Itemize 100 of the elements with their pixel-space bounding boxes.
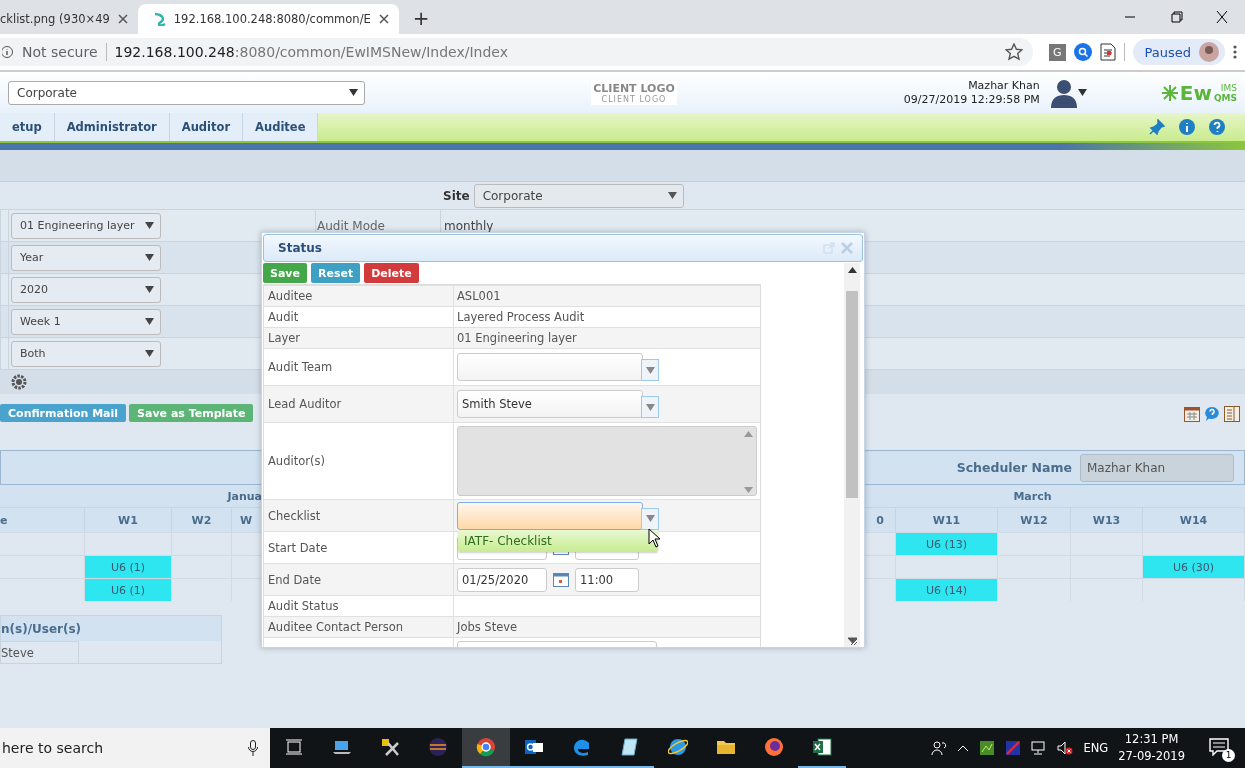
scheduler-name-field[interactable]: Mazhar Khan <box>1080 453 1234 482</box>
field-value: Jobs Steve <box>457 620 518 634</box>
caret-icon <box>145 318 154 325</box>
people-icon[interactable] <box>931 740 948 756</box>
field-label: Checklist <box>268 508 321 523</box>
close-icon[interactable] <box>378 14 389 24</box>
microphone-icon[interactable] <box>248 740 258 756</box>
combo-field[interactable]: Smith Steve <box>457 390 643 418</box>
field-label: Audit <box>268 310 299 324</box>
field-label: Start Date <box>268 540 328 555</box>
scrollbar[interactable] <box>844 263 860 647</box>
date-time: 09/27/2019 12:29:58 PM <box>903 92 1040 107</box>
week-header: W13 <box>1071 507 1143 532</box>
date-field[interactable]: 01/25/2020 <box>457 567 547 592</box>
filter-select[interactable]: Both <box>11 340 161 367</box>
field-label: Audit Team <box>268 360 333 374</box>
week-header: W2 <box>172 507 232 532</box>
time-field[interactable]: 11:00 <box>575 567 639 592</box>
logo-text: IMS <box>1219 82 1237 93</box>
calendar-icon[interactable] <box>553 572 569 587</box>
dropdown-button[interactable] <box>641 396 659 418</box>
caret-icon <box>645 403 655 411</box>
schedule-entry[interactable]: U6 (14) <box>896 578 998 601</box>
filter-select[interactable]: 01 Engineering layer <box>11 212 161 239</box>
field-label: Auditor(s) <box>268 454 325 468</box>
new-tab-button[interactable]: + <box>412 6 430 30</box>
avatar-icon <box>1199 42 1219 62</box>
columns-icon[interactable] <box>1224 406 1240 422</box>
help-bubble-icon[interactable] <box>1204 406 1220 422</box>
tray-app-icon[interactable] <box>979 740 996 756</box>
caret-icon <box>145 222 154 229</box>
dropdown-button[interactable] <box>641 507 659 530</box>
language-indicator[interactable]: ENG <box>1083 741 1109 755</box>
help-icon[interactable] <box>1209 119 1225 135</box>
schedule-entry[interactable]: U6 (1) <box>85 555 172 578</box>
filter-select[interactable]: 2020 <box>11 276 161 303</box>
week-header: W12 <box>998 507 1071 532</box>
menu-tab[interactable]: Administrator <box>54 113 170 141</box>
close-icon[interactable] <box>117 14 128 24</box>
clock[interactable]: 12:31 PM 27-09-2019 <box>1118 731 1185 765</box>
week-header: 0 <box>865 507 896 532</box>
week-header: W14 <box>1143 507 1245 532</box>
combo-field[interactable] <box>457 353 643 381</box>
schedule-entry[interactable]: U6 (30) <box>1143 555 1245 578</box>
security-label: Not secure <box>22 44 98 60</box>
filter-select[interactable]: Week 1 <box>11 308 161 335</box>
chevron-up-icon[interactable] <box>957 744 970 752</box>
profile-button[interactable]: Paused <box>1132 39 1225 65</box>
starburst-icon <box>1161 84 1178 101</box>
star-icon[interactable] <box>1005 43 1023 61</box>
dropdown-menu[interactable]: IATF- Checklist <box>458 530 658 552</box>
caret-icon <box>645 515 655 522</box>
caret-icon <box>145 286 154 293</box>
browser-tab[interactable]: cklist.png (930×49 <box>0 4 138 34</box>
browser-icon[interactable] <box>462 728 510 768</box>
delete-button[interactable]: Delete <box>364 263 419 283</box>
info-icon[interactable] <box>2 45 14 59</box>
gear-icon[interactable] <box>11 374 27 390</box>
field-label: Layer <box>268 331 301 345</box>
month-header: March <box>1012 488 1053 505</box>
schedule-entry[interactable]: U6 (1) <box>85 578 172 601</box>
search-icon[interactable] <box>1073 43 1092 61</box>
menu-tab[interactable]: Auditor <box>169 113 244 141</box>
table-cell: Steve <box>1 641 79 663</box>
more-icon[interactable] <box>1233 44 1237 60</box>
client-logo: CLIENT LOGO CLIENT LOGO <box>591 80 677 105</box>
field-label: Audit Mode <box>317 218 385 233</box>
calendar-icon[interactable] <box>1184 406 1200 422</box>
filter-select[interactable]: Year <box>11 244 161 271</box>
combo-field[interactable] <box>457 501 643 530</box>
field-label: Lead Auditor <box>268 397 342 411</box>
site-select[interactable]: Corporate <box>8 80 365 105</box>
caret-icon <box>1077 89 1087 96</box>
info-icon[interactable] <box>1179 119 1195 135</box>
logo-text: QMS <box>1213 92 1237 103</box>
network-icon[interactable] <box>1031 740 1048 756</box>
field-label: Auditee <box>268 289 313 303</box>
url-text[interactable]: 192.168.100.248:8080/common/EwIMSNew/Index/Index <box>114 44 508 60</box>
site-label: Site <box>443 188 470 203</box>
search-field[interactable]: here to search <box>0 728 270 768</box>
extension-icon[interactable]: G <box>1049 43 1066 61</box>
dropdown-button[interactable] <box>641 359 659 381</box>
caret-icon <box>349 89 358 96</box>
muted-speaker-icon[interactable] <box>1057 740 1074 756</box>
user-name: Mazhar Khan <box>968 78 1040 93</box>
menu-tab[interactable]: Auditee <box>243 113 319 141</box>
caret-icon <box>145 254 154 261</box>
field-value: Layered Process Audit <box>457 310 585 324</box>
field-value: monthly <box>444 218 494 233</box>
schedule-entry[interactable]: U6 (13) <box>896 532 998 555</box>
avatar-icon[interactable] <box>1049 77 1078 108</box>
resize-grip-icon[interactable] <box>847 636 857 645</box>
site-select[interactable]: Corporate <box>473 183 684 208</box>
document-icon[interactable] <box>1099 43 1116 61</box>
caret-icon <box>667 192 677 199</box>
pin-icon[interactable] <box>1149 119 1165 135</box>
week-header: e <box>0 507 85 532</box>
browser-tab[interactable]: 192.168.100.248:8080/common/E <box>137 4 399 34</box>
menu-tab[interactable]: etup <box>0 113 55 141</box>
week-header: W1 <box>85 507 172 532</box>
